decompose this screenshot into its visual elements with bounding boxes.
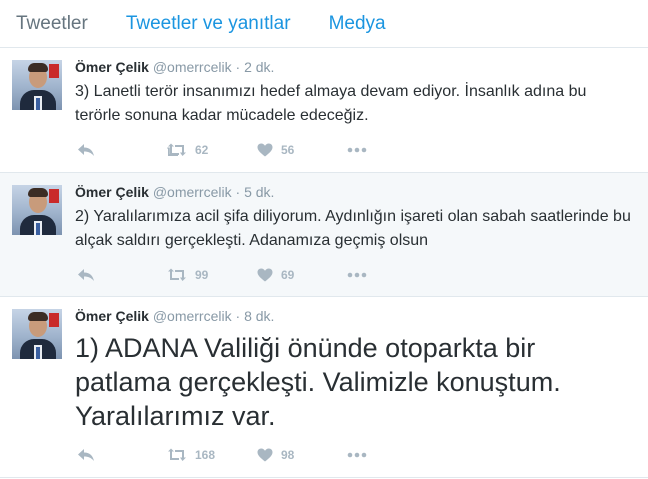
separator: · [235, 308, 241, 324]
heart-icon [257, 143, 273, 157]
tab-tweets-and-replies[interactable]: Tweetler ve yanıtlar [126, 0, 291, 48]
tweet-time[interactable]: 5 dk. [244, 184, 274, 200]
tweet-time[interactable]: 2 dk. [244, 59, 274, 75]
tweet-item[interactable]: Ömer Çelik @omerrcelik · 8 dk. 1) ADANA … [0, 297, 648, 478]
retweet-button[interactable]: 99 [167, 268, 257, 282]
like-button[interactable]: 98 [257, 448, 347, 462]
retweet-count: 99 [195, 268, 209, 282]
avatar[interactable] [12, 309, 62, 359]
reply-button[interactable] [77, 143, 167, 157]
more-icon [347, 452, 367, 458]
retweet-icon [168, 268, 186, 281]
more-icon [347, 147, 367, 153]
tweet-item[interactable]: Ömer Çelik @omerrcelik · 5 dk. 2) Yaralı… [0, 173, 648, 297]
retweet-count: 62 [195, 143, 209, 157]
separator: · [235, 59, 241, 75]
like-button[interactable]: 56 [257, 143, 347, 157]
like-count: 69 [281, 268, 295, 282]
tab-tweets[interactable]: Tweetler [16, 0, 88, 48]
profile-tabs: Tweetler Tweetler ve yanıtlar Medya [0, 0, 648, 48]
tweet-item[interactable]: Ömer Çelik @omerrcelik · 2 dk. 3) Lanetl… [0, 48, 648, 173]
tweet-header: Ömer Çelik @omerrcelik · 8 dk. [75, 307, 634, 325]
avatar[interactable] [12, 60, 62, 110]
avatar[interactable] [12, 185, 62, 235]
heart-icon [257, 448, 273, 462]
more-button[interactable] [347, 452, 437, 458]
like-count: 56 [281, 143, 295, 157]
author-handle[interactable]: @omerrcelik [153, 308, 232, 324]
heart-icon [257, 268, 273, 282]
tweet-actions: 168 98 [77, 445, 437, 465]
tweet-text: 2) Yaralılarımıza acil şifa diliyorum. A… [75, 208, 631, 249]
author-name[interactable]: Ömer Çelik [75, 59, 149, 75]
author-name[interactable]: Ömer Çelik [75, 184, 149, 200]
tab-media[interactable]: Medya [329, 0, 386, 48]
author-handle[interactable]: @omerrcelik [153, 59, 232, 75]
tweet-time[interactable]: 8 dk. [244, 308, 274, 324]
tweet-actions: 62 56 [77, 140, 437, 160]
author-handle[interactable]: @omerrcelik [153, 184, 232, 200]
retweet-count: 168 [195, 448, 216, 462]
reply-icon [78, 144, 94, 156]
more-button[interactable] [347, 147, 437, 153]
retweet-button[interactable]: 168 [167, 448, 257, 462]
reply-button[interactable] [77, 268, 167, 282]
like-button[interactable]: 69 [257, 268, 347, 282]
tweet-header: Ömer Çelik @omerrcelik · 2 dk. [75, 58, 634, 76]
retweet-icon [167, 143, 186, 156]
tweet-text: 1) ADANA Valiliği önünde otoparkta bir p… [75, 333, 561, 431]
reply-button[interactable] [77, 448, 167, 462]
retweet-icon [168, 448, 186, 461]
more-icon [347, 272, 367, 278]
tweet-header: Ömer Çelik @omerrcelik · 5 dk. [75, 183, 634, 201]
author-name[interactable]: Ömer Çelik [75, 308, 149, 324]
tweet-actions: 99 69 [77, 265, 437, 285]
tweet-text: 3) Lanetli terör insanımızı hedef almaya… [75, 83, 587, 124]
reply-icon [78, 269, 94, 281]
more-button[interactable] [347, 272, 437, 278]
retweet-button[interactable]: 62 [167, 143, 257, 157]
reply-icon [78, 449, 94, 461]
separator: · [235, 184, 241, 200]
like-count: 98 [281, 448, 295, 462]
